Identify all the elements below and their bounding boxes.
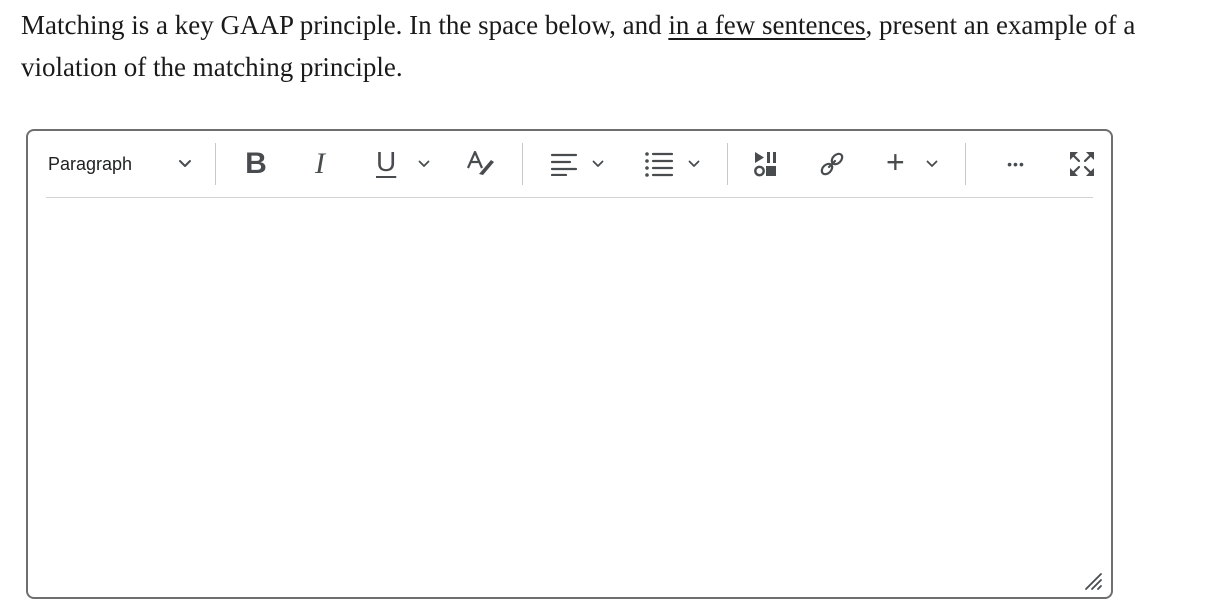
editor-content-area[interactable] [46,211,1093,579]
insert-media-button[interactable] [748,146,784,182]
text-color-icon [466,150,494,175]
more-icon: ••• [1007,156,1025,172]
bold-icon: B [245,147,267,180]
toolbar-separator [727,143,728,185]
paragraph-format-label: Paragraph [48,153,133,174]
chevron-down-icon [418,160,430,167]
align-icon [550,153,578,176]
chevron-down-icon [179,160,191,167]
align-button[interactable] [548,146,610,182]
rich-text-editor: Paragraph B I U + ••• [26,129,1113,599]
toolbar-separator [965,143,966,185]
list-button[interactable] [642,146,706,182]
link-icon [820,152,844,176]
question-text-start: Matching is a key GAAP principle. In the… [21,10,669,40]
insert-stuff-button[interactable]: + [884,144,944,182]
toolbar-separator [522,143,523,185]
insert-icon: + [886,144,905,180]
paragraph-format-select[interactable]: Paragraph [48,146,200,182]
italic-button[interactable]: I [302,146,338,182]
insert-link-button[interactable] [814,146,850,182]
question-prompt: Matching is a key GAAP principle. In the… [21,4,1201,88]
toolbar-separator [215,143,216,185]
underline-button[interactable]: U [372,144,438,184]
question-emphasis: in a few sentences [668,10,866,40]
chevron-down-icon [688,160,700,167]
toolbar-divider [46,197,1093,198]
fullscreen-icon [1070,152,1094,176]
chevron-down-icon [926,160,938,167]
fullscreen-button[interactable] [1064,146,1100,182]
bold-button[interactable]: B [238,146,274,182]
more-actions-button[interactable]: ••• [998,146,1034,182]
list-icon [645,152,674,177]
resize-grip-icon[interactable] [1083,571,1103,591]
underline-icon: U [376,146,397,177]
text-color-button[interactable] [462,146,498,182]
italic-icon: I [315,147,325,180]
media-icon [754,152,776,177]
chevron-down-icon [592,160,604,167]
editor-toolbar: Paragraph B I U + ••• [28,131,1111,199]
